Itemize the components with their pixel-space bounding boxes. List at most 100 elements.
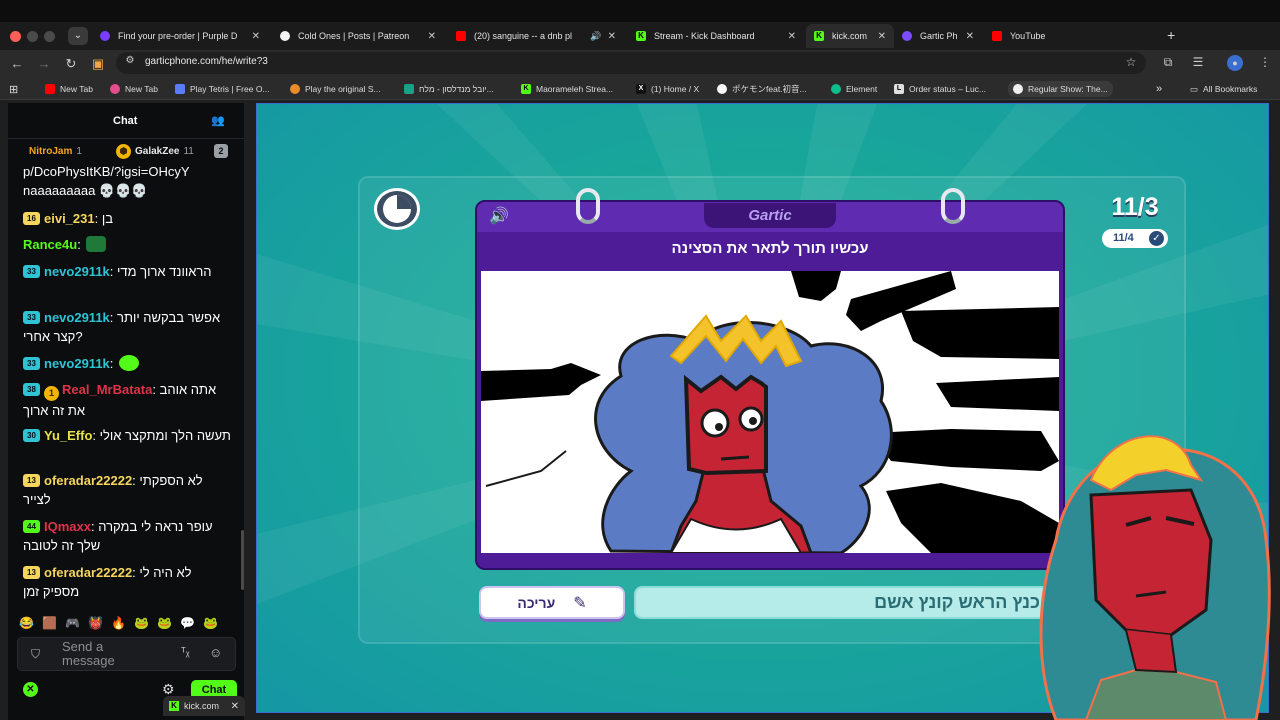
chat-username[interactable]: IQmaxx [44, 519, 91, 534]
tab-title: (20) sanguine -- a dnb pl [474, 31, 573, 41]
chat-message: 16 eivi_231: בן [23, 209, 231, 228]
address-bar[interactable] [116, 52, 1146, 74]
leaderboard-count: 11 [183, 145, 194, 157]
bookmark-2[interactable]: Play Tetris | Free O... [175, 82, 270, 96]
emote-0-icon[interactable]: 😂 [19, 616, 34, 632]
site-info-icon[interactable]: ⚙ [122, 55, 138, 66]
chat-scrollbar[interactable] [241, 530, 244, 590]
chat-message: 33 nevo2911k: [23, 354, 231, 373]
translate-icon[interactable]: ᵀᵪ [181, 646, 190, 658]
subscriber-badge: 13 [23, 566, 40, 579]
emote-2-icon[interactable]: 🎮 [65, 616, 80, 632]
description-input[interactable]: כנץ הראש קונץ אשם [634, 586, 1054, 619]
tab-1[interactable]: Cold Ones | Posts | Patreon ✕ [272, 24, 444, 48]
subscriber-badge: 38 [23, 383, 40, 396]
chat-username[interactable]: oferadar22222 [44, 473, 132, 488]
apps-grid-icon[interactable]: ⊞ [9, 82, 18, 96]
subscriber-badge: 33 [23, 265, 40, 278]
kick-icon: K [169, 701, 179, 711]
bookmark-favicon-icon [110, 84, 120, 94]
tab-search-button[interactable]: ⌄ [68, 27, 88, 45]
bookmark-7[interactable]: ポケモンfeat.初音... [717, 82, 807, 96]
kick-points-icon[interactable]: ✕ [23, 682, 38, 697]
close-tab-icon[interactable]: ✕ [231, 701, 239, 712]
speaker-icon[interactable]: 🔊 [489, 206, 509, 226]
chevron-down-icon: ⌄ [73, 30, 83, 41]
emote-4-icon[interactable]: 🔥 [111, 616, 126, 632]
bookmark-10[interactable]: Regular Show: The... [1008, 81, 1113, 97]
extensions-puzzle-icon[interactable]: ⧉ [1160, 55, 1176, 70]
popout-chat-tab[interactable]: K kick.com ✕ [163, 696, 245, 716]
chat-message: Rance4u: [23, 235, 231, 254]
close-tab-icon[interactable]: ✕ [608, 31, 616, 42]
extension-icon[interactable]: ▣ [90, 56, 106, 72]
chat-username[interactable]: eivi_231 [44, 211, 95, 226]
bookmark-label: New Tab [60, 84, 93, 94]
forward-button[interactable]: → [36, 56, 52, 72]
maximize-window-button[interactable] [44, 31, 55, 42]
gartic-icon [902, 31, 912, 41]
bookmark-3[interactable]: Play the original S... [290, 82, 381, 96]
tab-2[interactable]: (20) sanguine -- a dnb pl 🔊 ✕ [448, 24, 624, 48]
close-tab-icon[interactable]: ✕ [252, 31, 260, 42]
bookmark-label: יובל מנדלסון - מלח... [419, 84, 494, 94]
subscriber-badge: 16 [23, 212, 40, 225]
url-text[interactable]: garticphone.com/he/write?3 [145, 56, 268, 67]
chat-username[interactable]: oferadar22222 [44, 565, 132, 580]
new-tab-button[interactable]: + [1167, 27, 1175, 43]
chat-username[interactable]: Real_MrBatata [62, 382, 152, 397]
gartic-logo: Gartic [704, 203, 836, 228]
users-icon[interactable]: 👥 [211, 114, 225, 127]
bookmark-9[interactable]: L Order status – Luc... [894, 82, 986, 96]
close-tab-icon[interactable]: ✕ [878, 31, 886, 42]
bookmark-favicon-icon: L [894, 84, 904, 94]
emote-3-icon[interactable]: 👹 [88, 616, 103, 632]
edit-button[interactable]: עריכה ✎ [479, 586, 625, 619]
more-menu-icon[interactable]: ⋮ [1257, 55, 1273, 69]
close-window-button[interactable] [10, 31, 21, 42]
chat-input-placeholder[interactable]: Send a message [62, 640, 152, 668]
tab-3[interactable]: K Stream - Kick Dashboard ✕ [628, 24, 804, 48]
tab-title: kick.com [832, 31, 868, 41]
reload-button[interactable]: ↻ [63, 56, 79, 72]
close-tab-icon[interactable]: ✕ [428, 31, 436, 42]
shield-icon[interactable]: ⛉ [31, 647, 40, 662]
close-tab-icon[interactable]: ✕ [966, 31, 974, 42]
emote-5-icon[interactable]: 🐸 [134, 616, 149, 632]
chat-username[interactable]: nevo2911k [44, 264, 110, 279]
avatar[interactable]: ● [1227, 55, 1243, 71]
bookmark-6[interactable]: X (1) Home / X [636, 82, 699, 96]
tab-0[interactable]: Find your pre-order | Purple D ✕ [92, 24, 268, 48]
chat-username[interactable]: nevo2911k [44, 310, 110, 325]
back-button[interactable]: ← [9, 56, 25, 72]
bookmark-label: ポケモンfeat.初音... [732, 84, 807, 94]
tab-4[interactable]: K kick.com ✕ [806, 24, 894, 48]
chat-username[interactable]: nevo2911k [44, 356, 110, 371]
emote-8-icon[interactable]: 🐸 [203, 616, 218, 632]
crown-icon: ⬢ [116, 143, 131, 159]
emoji-icon[interactable]: ☺ [209, 645, 222, 660]
bookmark-0[interactable]: New Tab [45, 82, 93, 96]
chat-message: 30 Yu_Effo: תעשה הלך ומתקצר אולי [23, 426, 231, 445]
tab-5[interactable]: Gartic Ph ✕ [894, 24, 982, 48]
tab-title: Stream - Kick Dashboard [654, 31, 755, 41]
emote-1-icon[interactable]: 🟫 [42, 616, 57, 632]
minimize-window-button[interactable] [27, 31, 38, 42]
bookmark-5[interactable]: K Maorameleh Strea... [521, 82, 613, 96]
profile-list-icon[interactable]: ☰ [1190, 55, 1206, 69]
player-drawing [481, 271, 1059, 553]
chat-username[interactable]: Rance4u [23, 237, 77, 252]
chevron-right-icon[interactable]: » [1156, 82, 1162, 96]
bookmark-1[interactable]: New Tab [110, 82, 158, 96]
all-bookmarks-button[interactable]: ▭ All Bookmarks [1190, 82, 1257, 96]
bookmark-favicon-icon [404, 84, 414, 94]
close-tab-icon[interactable]: ✕ [788, 31, 796, 42]
bookmark-8[interactable]: Element [831, 82, 877, 96]
emote-6-icon[interactable]: 🐸 [157, 616, 172, 632]
emote-7-icon[interactable]: 💬 [180, 616, 195, 632]
chat-username[interactable]: Yu_Effo [44, 428, 92, 443]
bookmark-4[interactable]: יובל מנדלסון - מלח... [404, 82, 494, 96]
bookmark-star-icon[interactable]: ☆ [1123, 55, 1139, 69]
tab-6[interactable]: YouTube [984, 24, 1160, 48]
speaker-icon[interactable]: 🔊 [590, 31, 601, 42]
